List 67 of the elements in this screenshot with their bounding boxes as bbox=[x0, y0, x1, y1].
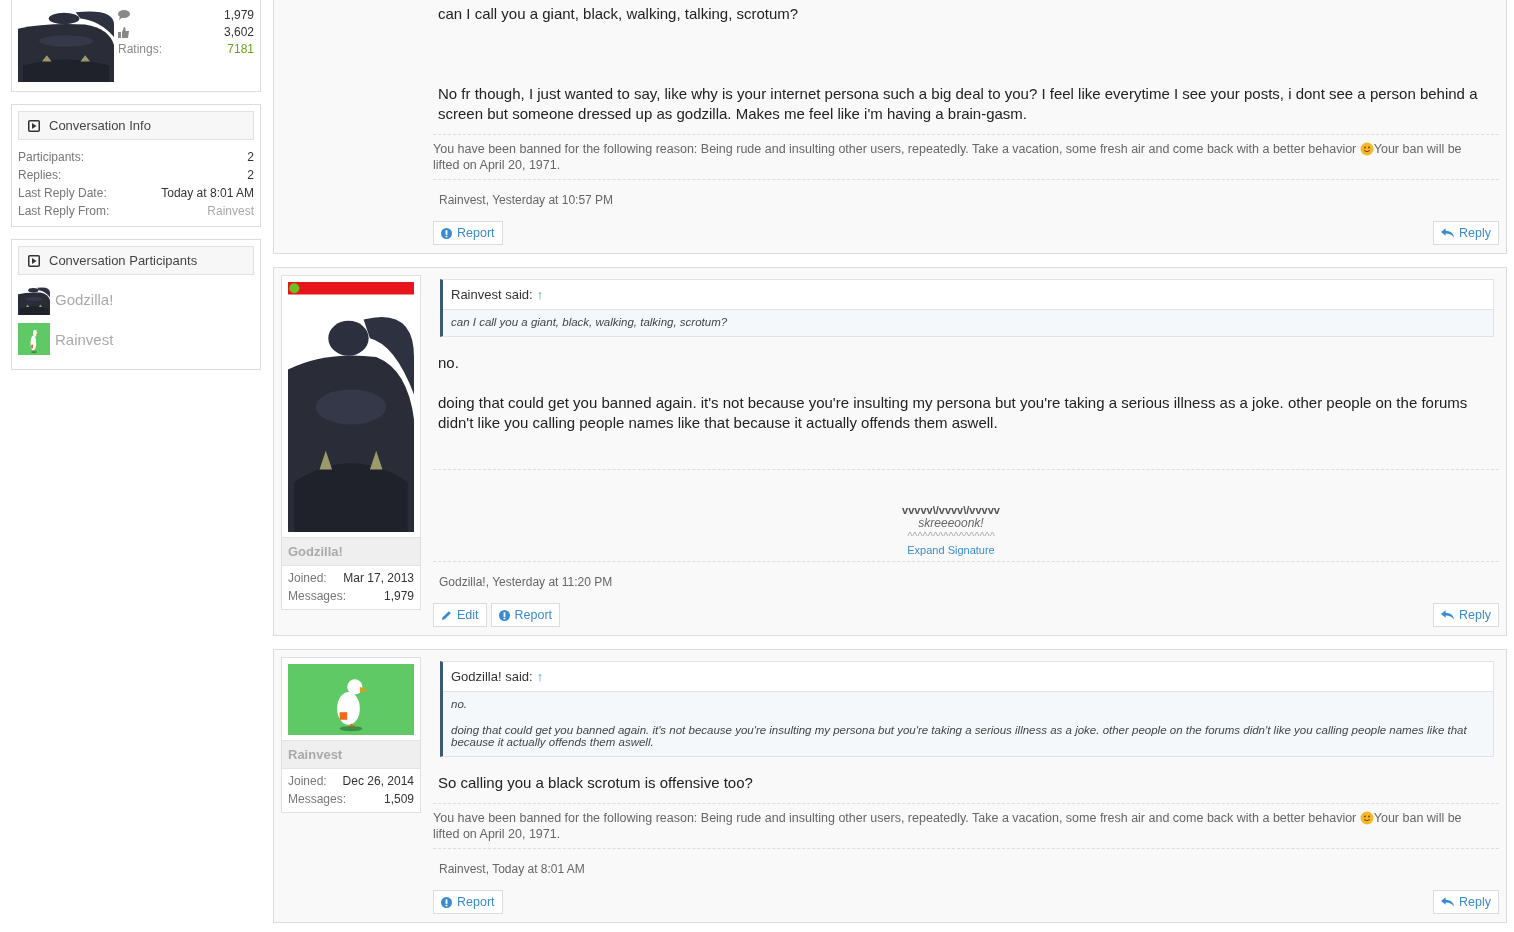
message-text: So calling you a black scrotum is offensive too? bbox=[438, 773, 754, 793]
stat-value: Mar 17, 2013 bbox=[343, 571, 414, 585]
smiley-icon bbox=[1359, 811, 1374, 825]
post-meta: Rainvest, Yesterday at 10:57 PM bbox=[438, 192, 615, 209]
edit-button[interactable]: Edit bbox=[433, 603, 487, 627]
section-title: Conversation Participants bbox=[49, 253, 198, 268]
reply-icon bbox=[1441, 228, 1455, 238]
info-value: Today at 8:01 AM bbox=[161, 185, 254, 202]
stat-label: Messages: bbox=[288, 792, 347, 806]
signature-text: vvvvv\/vvvv\/vvvvv bbox=[902, 504, 1000, 516]
alert-icon bbox=[498, 609, 510, 621]
username[interactable]: Rainvest bbox=[282, 740, 420, 769]
post-meta: Rainvest, Today at 8:01 AM bbox=[438, 861, 586, 878]
message-text: doing that could get you banned again. it's not because you're insulting my persona but you're taking a serious illness as a joke. other people on the forums didn't like you calling people names like that because it actually offends them aswell. bbox=[438, 393, 1469, 433]
message-text: no. bbox=[438, 353, 460, 373]
stat-label: Messages: bbox=[288, 589, 347, 603]
stat-value: 1,509 bbox=[383, 792, 414, 806]
message-text: can I call you a giant, black, walking, talking, scrotum? bbox=[438, 4, 800, 24]
signature-text: ^^^^^^^^^^^^^^^^^ bbox=[907, 530, 995, 542]
report-button[interactable]: Report bbox=[433, 221, 503, 245]
info-value[interactable]: Rainvest bbox=[207, 202, 254, 220]
info-value: 2 bbox=[247, 167, 254, 184]
stat-value: 1,979 bbox=[383, 589, 414, 603]
reply-icon bbox=[1441, 610, 1455, 620]
alert-icon bbox=[441, 227, 452, 239]
stat-label: Ratings: bbox=[118, 42, 163, 56]
stat-label: Joined: bbox=[288, 571, 327, 585]
reply-icon bbox=[1441, 897, 1455, 907]
info-label: Replies: bbox=[18, 167, 62, 184]
quote-text: can I call you a giant, black, walking, talking, scrotum? bbox=[451, 316, 729, 328]
quote-text: doing that could get you banned again. it's not because you're insulting my persona but you're taking a serious illness as a joke. other people on the forums didn't like you calling people names like that because it actually offends them aswell. bbox=[451, 724, 1468, 748]
reply-button[interactable]: Reply bbox=[1433, 890, 1499, 914]
ban-notice: You have been banned for the following reason: Being rude and insulting other users, repeatedly. Take a vacation, some fresh air and come back with a better behavior Your ban will be lifted on April 20, 1971. bbox=[433, 134, 1499, 180]
participant-name[interactable]: Rainvest bbox=[55, 330, 114, 348]
quote-author: Rainvest said: bbox=[451, 287, 533, 302]
reply-button[interactable]: Reply bbox=[1433, 221, 1499, 245]
stat-value: Dec 26, 2014 bbox=[342, 774, 414, 788]
reply-button[interactable]: Reply bbox=[1433, 603, 1499, 627]
quote-author: Godzilla! said: bbox=[451, 669, 533, 684]
expand-icon bbox=[28, 119, 40, 132]
ban-notice: You have been banned for the following reason: Being rude and insulting other users, repeatedly. Take a vacation, some fresh air and come back with a better behavior Your ban will be lifted on April 20, 1971. bbox=[433, 803, 1499, 849]
pencil-icon bbox=[441, 609, 452, 621]
message-text: No fr though, I just wanted to say, like why is your internet persona such a big deal to you? I feel like everytime I see your posts, i dont see a person behind a screen but someone dressed up as godzilla. Makes me feel like i'm having a brain-gasm. bbox=[438, 84, 1479, 124]
stat-label: Joined: bbox=[288, 774, 327, 788]
info-label: Last Reply From: bbox=[18, 203, 110, 220]
jump-link[interactable]: ↑ bbox=[536, 287, 544, 302]
signature-text: skreeeoonk! bbox=[918, 516, 984, 530]
report-button[interactable]: Report bbox=[490, 603, 561, 627]
expand-signature-link[interactable]: Expand Signature bbox=[907, 544, 995, 556]
stat-value: 7181 bbox=[227, 42, 254, 56]
username[interactable]: Godzilla! bbox=[282, 537, 420, 566]
stat-value: 3,602 bbox=[223, 25, 254, 39]
expand-icon bbox=[28, 254, 40, 267]
info-label: Participants: bbox=[18, 149, 85, 166]
section-title: Conversation Info bbox=[49, 118, 151, 133]
info-label: Last Reply Date: bbox=[18, 185, 107, 202]
smiley-icon bbox=[1359, 142, 1374, 156]
jump-link[interactable]: ↑ bbox=[536, 669, 544, 684]
participant-name[interactable]: Godzilla! bbox=[55, 290, 114, 308]
info-value: 2 bbox=[247, 149, 254, 166]
stat-value: 1,979 bbox=[223, 8, 254, 22]
report-button[interactable]: Report bbox=[433, 890, 503, 914]
speech-bubble-icon bbox=[118, 10, 130, 20]
post-meta: Godzilla!, Yesterday at 11:20 PM bbox=[438, 574, 614, 591]
thumbs-up-icon bbox=[118, 26, 129, 38]
quote-text: no. bbox=[451, 698, 468, 710]
alert-icon bbox=[441, 896, 452, 908]
